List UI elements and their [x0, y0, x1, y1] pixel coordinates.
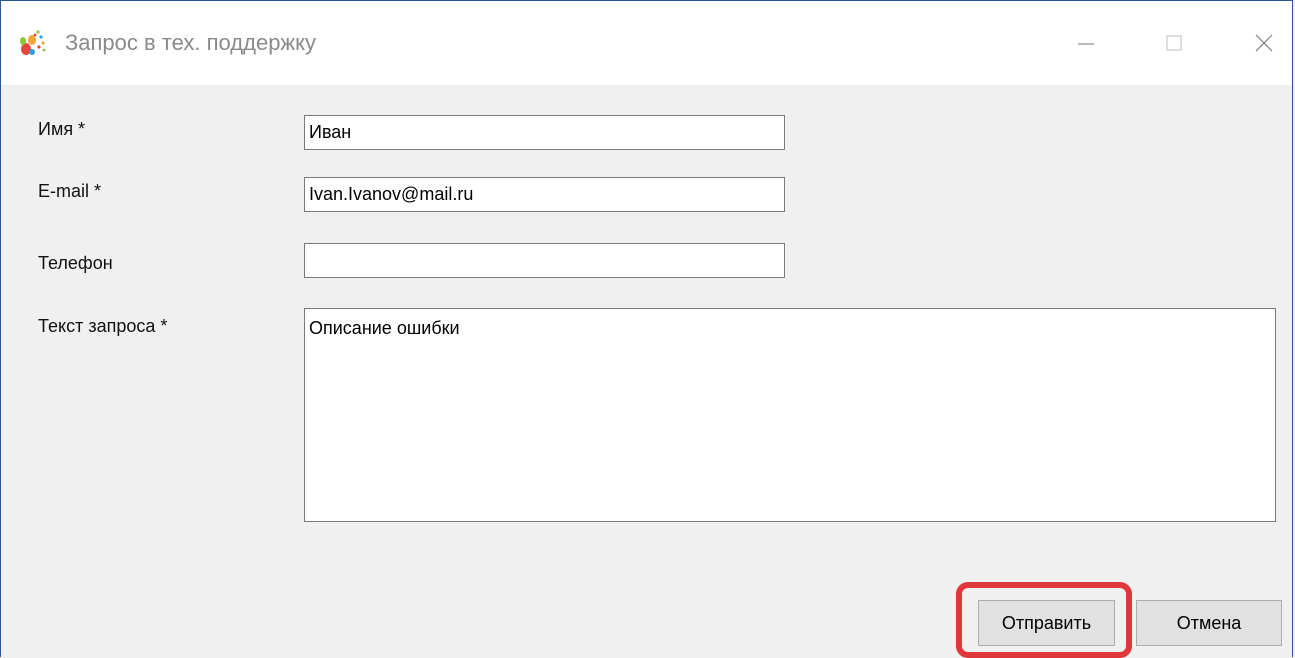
- request-text-label: Текст запроса *: [38, 316, 168, 336]
- minimize-icon: [1078, 43, 1094, 45]
- close-icon: [1255, 34, 1273, 52]
- email-input[interactable]: [304, 177, 785, 212]
- email-label: E-mail *: [38, 181, 102, 201]
- name-input[interactable]: [304, 115, 785, 150]
- maximize-icon: [1166, 35, 1182, 51]
- window-title: Запрос в тех. поддержку: [65, 30, 317, 55]
- phone-label: Телефон: [38, 253, 113, 273]
- cancel-button[interactable]: Отмена: [1136, 600, 1282, 646]
- minimize-button[interactable]: [1061, 19, 1111, 67]
- close-button[interactable]: [1239, 19, 1289, 67]
- request-text-area[interactable]: Описание ошибки: [304, 308, 1276, 522]
- support-request-dialog: Запрос в тех. поддержку Имя * E-mail * Т…: [0, 0, 1293, 658]
- name-label: Имя *: [38, 119, 86, 139]
- send-button[interactable]: Отправить: [978, 600, 1115, 646]
- app-logo-icon: [20, 30, 46, 55]
- maximize-button[interactable]: [1149, 19, 1199, 67]
- title-bar[interactable]: Запрос в тех. поддержку: [1, 1, 1292, 85]
- phone-input[interactable]: [304, 243, 785, 278]
